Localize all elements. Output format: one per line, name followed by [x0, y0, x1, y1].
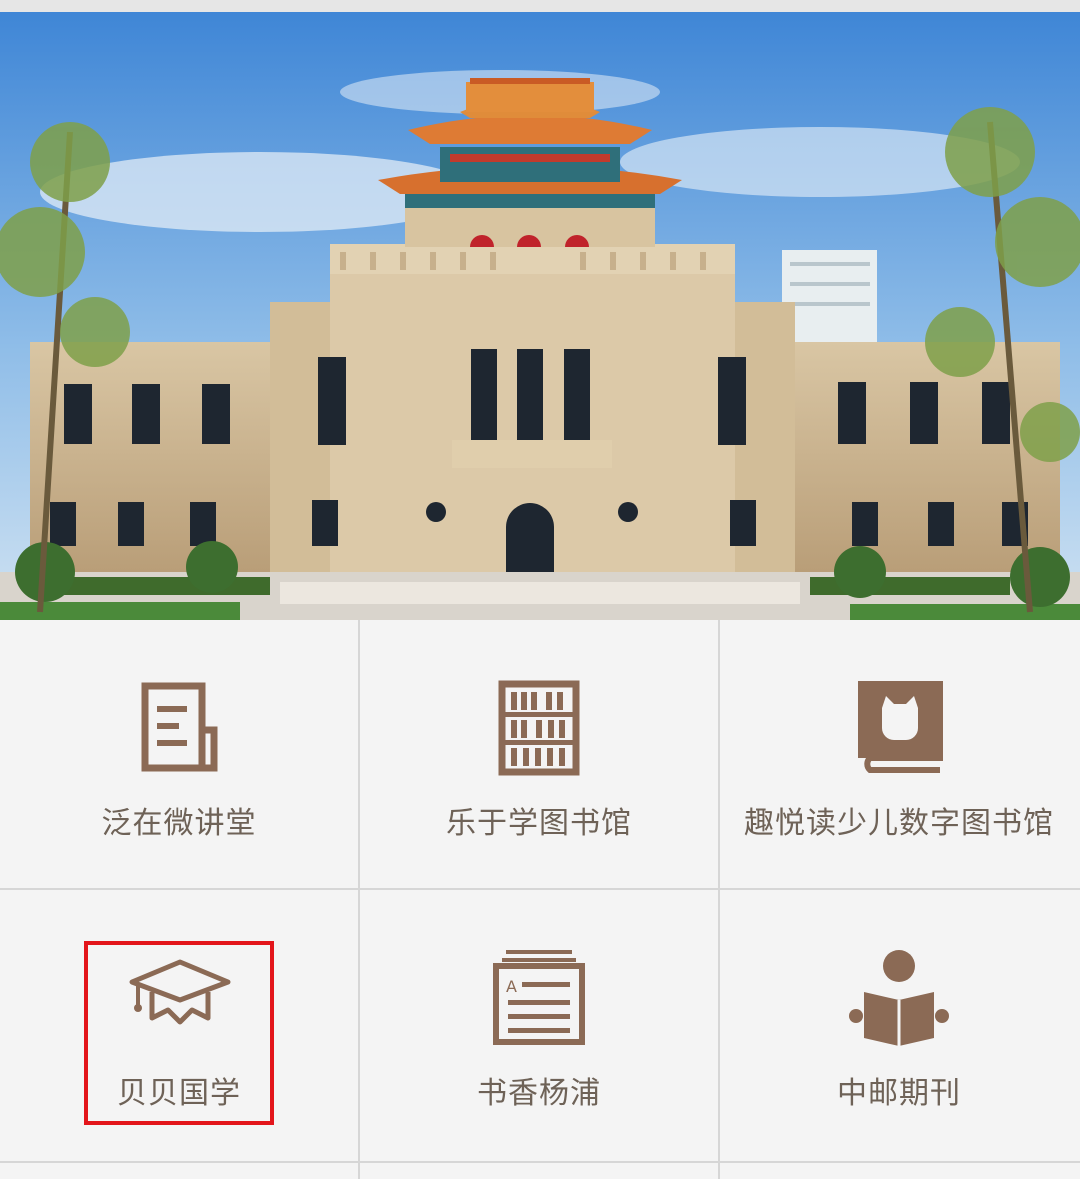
- grid-item-fanzai-lecture[interactable]: 泛在微讲堂: [0, 620, 358, 888]
- reader-icon: [844, 948, 954, 1048]
- grid-item-label: 贝贝国学: [117, 1076, 241, 1111]
- grid-item-quyuedu-kids-library[interactable]: 趣悦读少儿数字图书馆: [720, 620, 1078, 888]
- document-icon: [124, 678, 234, 778]
- grid-divider-horizontal: [0, 1161, 1080, 1163]
- graduation-cap-icon: [124, 948, 234, 1048]
- grid-item-label: 泛在微讲堂: [101, 806, 257, 841]
- article-icon: A: [484, 948, 594, 1048]
- service-grid: 泛在微讲堂 乐于学图书馆 趣悦读少儿数字图书馆 贝贝国学 A 书香杨浦 中邮期刊: [0, 620, 1080, 1179]
- grid-item-shuxiang-yangpu[interactable]: A 书香杨浦: [360, 890, 718, 1158]
- bookshelf-icon: [484, 678, 594, 778]
- grid-item-beibei-guoxue[interactable]: 贝贝国学: [0, 890, 358, 1158]
- svg-text:A: A: [506, 977, 517, 996]
- grid-item-label: 书香杨浦: [477, 1076, 601, 1111]
- grid-item-label: 乐于学图书馆: [446, 806, 632, 841]
- grid-item-leyuxue-library[interactable]: 乐于学图书馆: [360, 620, 718, 888]
- grid-item-label: 中邮期刊: [837, 1076, 961, 1111]
- library-banner-image[interactable]: [0, 12, 1080, 620]
- status-bar-strip: [0, 0, 1080, 12]
- library-building-illustration: [0, 12, 1080, 620]
- grid-item-zhongyou-journals[interactable]: 中邮期刊: [720, 890, 1078, 1158]
- cat-book-icon: [844, 678, 954, 778]
- grid-item-label: 趣悦读少儿数字图书馆: [744, 806, 1054, 841]
